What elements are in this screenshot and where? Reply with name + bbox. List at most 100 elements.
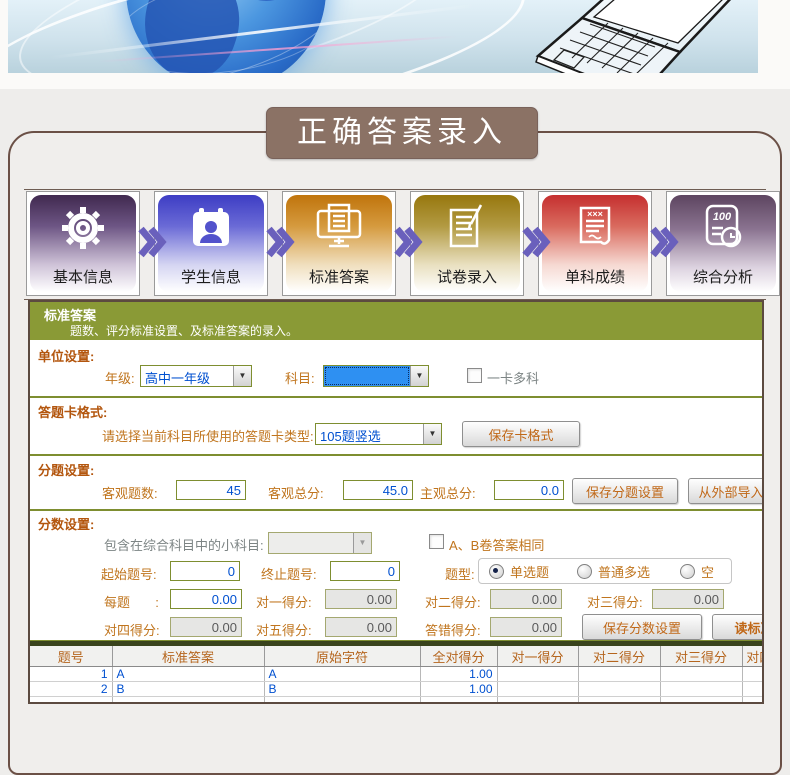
- section-divider: [30, 509, 762, 511]
- subsubject-select: ▼: [268, 532, 372, 554]
- main-panel: 基本信息 学生信息: [8, 131, 782, 775]
- answers-table: 题号 标准答案 原始字符 全对得分 对一得分 对二得分 对三得分 对四得分 1 …: [30, 646, 764, 704]
- radio-icon: [577, 564, 592, 579]
- nav-step-label: 学生信息: [158, 266, 264, 287]
- chevron-right-icon: [265, 226, 295, 258]
- table-row: 1 A A 1.00: [30, 667, 764, 682]
- table-row-empty: [30, 697, 764, 705]
- save-card-format-button[interactable]: 保存卡格式: [462, 421, 580, 447]
- qtype-radio-multi[interactable]: 普通多选: [577, 562, 650, 581]
- col-header: 对二得分: [578, 646, 660, 667]
- cell-score-two[interactable]: [578, 667, 660, 682]
- save-split-button[interactable]: 保存分题设置: [572, 478, 678, 504]
- save-score-button[interactable]: 保存分数设置: [582, 614, 702, 640]
- subjective-total-input[interactable]: [494, 480, 564, 500]
- page-title: 正确答案录入: [266, 107, 538, 159]
- cell-question-number[interactable]: 1: [30, 667, 112, 682]
- score-two-input: [490, 589, 562, 609]
- cell-score-one[interactable]: [497, 682, 578, 697]
- section-divider: [30, 396, 762, 398]
- card-type-select-value: 105题竖选: [316, 424, 423, 444]
- cell-standard-answer[interactable]: A: [112, 667, 264, 682]
- col-header: 对四得分: [742, 646, 764, 667]
- wrong-score-input: [490, 617, 562, 637]
- cell-full-score[interactable]: 1.00: [420, 682, 497, 697]
- col-header: 题号: [30, 646, 112, 667]
- cell-score-three[interactable]: [660, 682, 742, 697]
- objective-total-label: 客观总分:: [268, 483, 324, 502]
- subsubject-label: 包含在综合科目中的小科目:: [104, 535, 264, 554]
- chevron-right-icon: [521, 226, 551, 258]
- chevron-down-icon: ▼: [353, 533, 371, 553]
- nav-step-paper-entry[interactable]: 试卷录入: [410, 191, 524, 296]
- table-row: 2 B B 1.00: [30, 682, 764, 697]
- card-type-label: 请选择当前科目所使用的答题卡类型:: [102, 426, 314, 445]
- chevron-down-icon[interactable]: ▼: [233, 366, 251, 386]
- col-header: 对一得分: [497, 646, 578, 667]
- cell-score-two[interactable]: [578, 682, 660, 697]
- standard-answer-banner: 标准答案 题数、评分标准设置、及标准答案的录入。: [30, 302, 762, 340]
- score-one-input: [325, 589, 397, 609]
- nav-step-student-info[interactable]: 学生信息: [154, 191, 268, 296]
- end-number-label: 终止题号:: [261, 564, 317, 583]
- cell-score-one[interactable]: [497, 667, 578, 682]
- document-pencil-icon: [441, 202, 493, 254]
- card-type-select[interactable]: 105题竖选 ▼: [315, 423, 442, 445]
- per-question-input[interactable]: [170, 589, 242, 609]
- nav-steps: 基本信息 学生信息: [24, 189, 766, 300]
- score-three-label: 对三得分:: [587, 592, 643, 611]
- grade-label: 年级:: [105, 368, 135, 387]
- section-divider: [30, 454, 762, 456]
- subject-select[interactable]: ▼: [323, 365, 429, 387]
- cell-question-number[interactable]: 2: [30, 682, 112, 697]
- score-four-label: 对四得分:: [104, 620, 160, 639]
- multi-card-checkbox[interactable]: [467, 368, 482, 383]
- start-number-input[interactable]: [170, 561, 240, 581]
- cell-score-three[interactable]: [660, 667, 742, 682]
- ab-same-checkbox[interactable]: [429, 534, 444, 549]
- radio-selected-icon: [489, 564, 504, 579]
- question-type-label: 题型:: [445, 564, 475, 583]
- nav-step-standard-answers[interactable]: 标准答案: [282, 191, 396, 296]
- start-number-label: 起始题号:: [101, 564, 157, 583]
- ab-same-label: A、B卷答案相同: [449, 535, 544, 554]
- cell-score-four[interactable]: [742, 667, 764, 682]
- nav-step-comprehensive-analysis[interactable]: 100 综合分析: [666, 191, 780, 296]
- cell-full-score[interactable]: 1.00: [420, 667, 497, 682]
- monitor-document-icon: [313, 202, 365, 254]
- chevron-right-icon: [649, 226, 679, 258]
- cell-score-four[interactable]: [742, 682, 764, 697]
- grade-select-value: 高中一年级: [141, 366, 233, 386]
- objective-count-label: 客观题数:: [102, 483, 158, 502]
- question-type-group: 单选题 普通多选 空: [478, 558, 732, 584]
- nav-step-subject-scores[interactable]: ××× 单科成绩: [538, 191, 652, 296]
- chevron-down-icon[interactable]: ▼: [423, 424, 441, 444]
- calendar-person-icon: [185, 202, 237, 254]
- nav-step-basic-info[interactable]: 基本信息: [26, 191, 140, 296]
- subject-label: 科目:: [285, 368, 315, 387]
- cell-standard-answer[interactable]: B: [112, 682, 264, 697]
- chevron-down-icon[interactable]: ▼: [410, 366, 428, 386]
- gear-icon: [57, 202, 109, 254]
- score-five-input: [325, 617, 397, 637]
- cell-raw-chars[interactable]: B: [264, 682, 420, 697]
- qtype-radio-empty[interactable]: 空: [680, 562, 714, 581]
- table-header-row: 题号 标准答案 原始字符 全对得分 对一得分 对二得分 对三得分 对四得分: [30, 646, 764, 667]
- read-standard-button[interactable]: 读标准答案: [712, 614, 764, 640]
- qtype-radio-single[interactable]: 单选题: [489, 562, 549, 581]
- objective-total-input[interactable]: [343, 480, 413, 500]
- grade-select[interactable]: 高中一年级 ▼: [140, 365, 252, 387]
- objective-count-input[interactable]: [176, 480, 246, 500]
- col-header: 原始字符: [264, 646, 420, 667]
- nav-step-label: 综合分析: [670, 266, 776, 287]
- subject-select-value: [324, 366, 410, 386]
- cell-raw-chars[interactable]: A: [264, 667, 420, 682]
- scroll-score-icon: ×××: [569, 202, 621, 254]
- multi-card-label: 一卡多科: [487, 368, 539, 387]
- unit-settings-header: 单位设置:: [38, 346, 94, 365]
- end-number-input[interactable]: [330, 561, 400, 581]
- subsubject-select-value: [269, 533, 353, 553]
- import-external-button[interactable]: 从外部导入格式: [688, 478, 764, 504]
- score-one-label: 对一得分:: [256, 592, 312, 611]
- subjective-total-label: 主观总分:: [420, 483, 476, 502]
